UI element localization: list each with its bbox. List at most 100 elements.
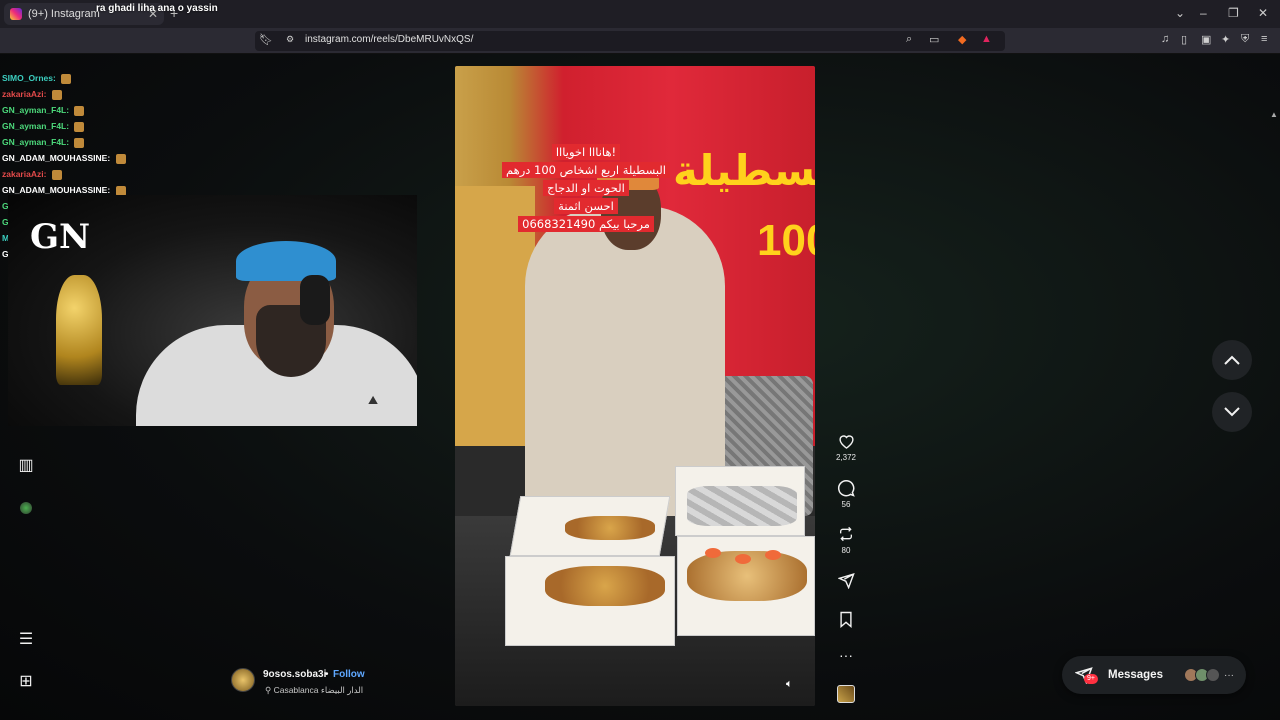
- messages-button[interactable]: 9+ Messages ···: [1062, 656, 1246, 694]
- also-from-meta-icon[interactable]: ⊞: [16, 671, 36, 691]
- sidebar-icon[interactable]: ▯: [1181, 33, 1187, 46]
- vpn-icon[interactable]: ⛨: [1241, 33, 1249, 46]
- brave-rewards-icon[interactable]: ▲: [981, 33, 992, 45]
- reel-video[interactable]: بسطيلة 100 هانااا اخويااا! البسطيلة اربع…: [455, 66, 815, 706]
- chat-message: zakariaAzi:: [2, 166, 252, 182]
- shrimp: [705, 548, 721, 558]
- chat-emote-icon: [74, 121, 85, 132]
- more-chats-icon: ···: [1224, 669, 1234, 681]
- chat-username: GN_ayman_F4L:: [2, 121, 70, 131]
- repost-count: 80: [841, 546, 851, 555]
- shrimp: [735, 554, 751, 564]
- pastilla: [545, 566, 665, 606]
- media-icon[interactable]: ♫: [1161, 33, 1169, 45]
- gn-logo: GN: [30, 217, 91, 257]
- chat-username: GN_ayman_F4L:: [2, 105, 70, 115]
- chat-username: zakariaAzi:: [2, 169, 47, 179]
- comment-icon: [832, 477, 860, 499]
- chat-message: GN_ADAM_MOUHASSINE:: [2, 150, 252, 166]
- chat-message: GN_ayman_F4L:: [2, 134, 252, 150]
- author-avatar[interactable]: [231, 668, 255, 692]
- headset: [300, 275, 330, 325]
- chat-emote-icon: [51, 169, 62, 180]
- profile-avatar[interactable]: [20, 502, 32, 514]
- share-button[interactable]: [832, 569, 860, 591]
- like-button[interactable]: 2,372: [832, 430, 860, 462]
- site-info-icon[interactable]: ⚙: [286, 34, 294, 45]
- maximize-icon[interactable]: ❐: [1228, 6, 1239, 20]
- more-menu-icon[interactable]: ☰: [16, 629, 36, 649]
- caption-line: الحوت او الدجاج: [543, 180, 629, 196]
- recent-chat-avatars: ···: [1184, 668, 1234, 682]
- next-reel-button[interactable]: [1212, 392, 1252, 432]
- tab-list-icon[interactable]: ⌄: [1175, 6, 1185, 20]
- volume-icon[interactable]: 🔈︎: [786, 678, 793, 691]
- caption-line: 0668321490 مرحبا بيكم: [518, 216, 654, 232]
- previous-reel-button[interactable]: [1212, 340, 1252, 380]
- more-horizontal-icon: ···: [839, 647, 853, 663]
- shrimp: [765, 550, 781, 560]
- reel-caption: هانااا اخويااا! البسطيلة اربع اشخاص 100 …: [491, 144, 681, 234]
- like-count: 2,372: [835, 453, 857, 462]
- navigation-toolbar: [0, 28, 1280, 54]
- minimize-icon[interactable]: –: [1200, 6, 1207, 20]
- url-text[interactable]: instagram.com/reels/DbeMRUvNxQS/: [305, 34, 473, 45]
- comment-button[interactable]: 56: [832, 477, 860, 509]
- cast-icon[interactable]: ▭: [929, 33, 939, 46]
- location-link[interactable]: ⚲ Casablanca الدار البيضاء: [265, 685, 363, 696]
- comment-count: 56: [841, 500, 851, 509]
- more-options-button[interactable]: ···: [832, 644, 860, 666]
- zoom-icon[interactable]: ⌕: [906, 33, 912, 46]
- repost-button[interactable]: 80: [832, 523, 860, 555]
- chat-emote-icon: [74, 137, 85, 148]
- messages-badge: 9+: [1084, 674, 1098, 684]
- send-icon: [832, 569, 860, 591]
- chat-emote-icon: [74, 105, 85, 116]
- heart-icon: [832, 430, 860, 452]
- webcam-overlay: GN ⛰: [8, 195, 417, 426]
- leo-ai-icon[interactable]: ✦: [1221, 33, 1230, 46]
- chat-emote-icon: [51, 89, 62, 100]
- follow-button[interactable]: Follow: [333, 669, 365, 680]
- author-separator: •: [325, 669, 329, 680]
- chat-username: GN_ADAM_MOUHASSINE:: [2, 185, 111, 195]
- tab-title: (9+) Instagram: [28, 8, 100, 20]
- chat-emote-icon: [115, 153, 126, 164]
- location-pin-icon: ⚲: [265, 685, 274, 695]
- instagram-favicon-icon: [10, 8, 22, 20]
- dashboard-icon[interactable]: ▥: [16, 455, 36, 475]
- messages-label: Messages: [1108, 669, 1163, 681]
- author-username[interactable]: 9osos.soba3i: [263, 669, 326, 680]
- caption-line: احسن اثمنة: [554, 198, 618, 214]
- chat-message: GN_ayman_F4L:: [2, 102, 252, 118]
- stream-top-message: ra ghadi liha ana o yassin: [96, 3, 218, 14]
- chat-username: SIMO_Ornes:: [2, 73, 56, 83]
- wallet-icon[interactable]: ▣: [1201, 33, 1211, 46]
- save-button[interactable]: [832, 608, 860, 630]
- messenger-icon: 9+: [1074, 665, 1098, 685]
- trophy-image: [56, 275, 102, 385]
- repost-icon: [832, 523, 860, 545]
- chat-username: GN_ayman_F4L:: [2, 137, 70, 147]
- restaurant-sign: بسطيلة: [673, 146, 815, 195]
- chevron-up-icon: [1224, 355, 1240, 365]
- bookmark-save-icon: [832, 608, 860, 630]
- caption-line: هانااا اخويااا!: [551, 144, 621, 160]
- chat-message: SIMO_Ornes:: [2, 70, 252, 86]
- sign-number: 100: [757, 216, 815, 265]
- window-close-icon[interactable]: ✕: [1258, 6, 1268, 20]
- instagram-reels-page: ▲ SIMO_Ornes: zakariaAzi: GN_ayman_F4L: …: [0, 54, 1280, 720]
- foil-tray: [687, 486, 797, 526]
- chat-emote-icon: [61, 73, 72, 84]
- chat-username: zakariaAzi:: [2, 89, 47, 99]
- location-text: Casablanca الدار البيضاء: [273, 685, 364, 695]
- chat-username: GN_ADAM_MOUHASSINE:: [2, 153, 111, 163]
- brave-shield-icon[interactable]: ◆: [958, 33, 966, 46]
- chevron-down-icon: [1224, 407, 1240, 417]
- scrollbar-up-icon[interactable]: ▲: [1270, 110, 1278, 119]
- original-audio-thumbnail[interactable]: [837, 685, 855, 703]
- chat-message: zakariaAzi:: [2, 86, 252, 102]
- menu-icon[interactable]: ≡: [1261, 33, 1267, 45]
- caption-line: البسطيلة اربع اشخاص 100 درهم: [501, 162, 671, 178]
- bookmark-icon[interactable]: 🔖︎: [259, 33, 273, 46]
